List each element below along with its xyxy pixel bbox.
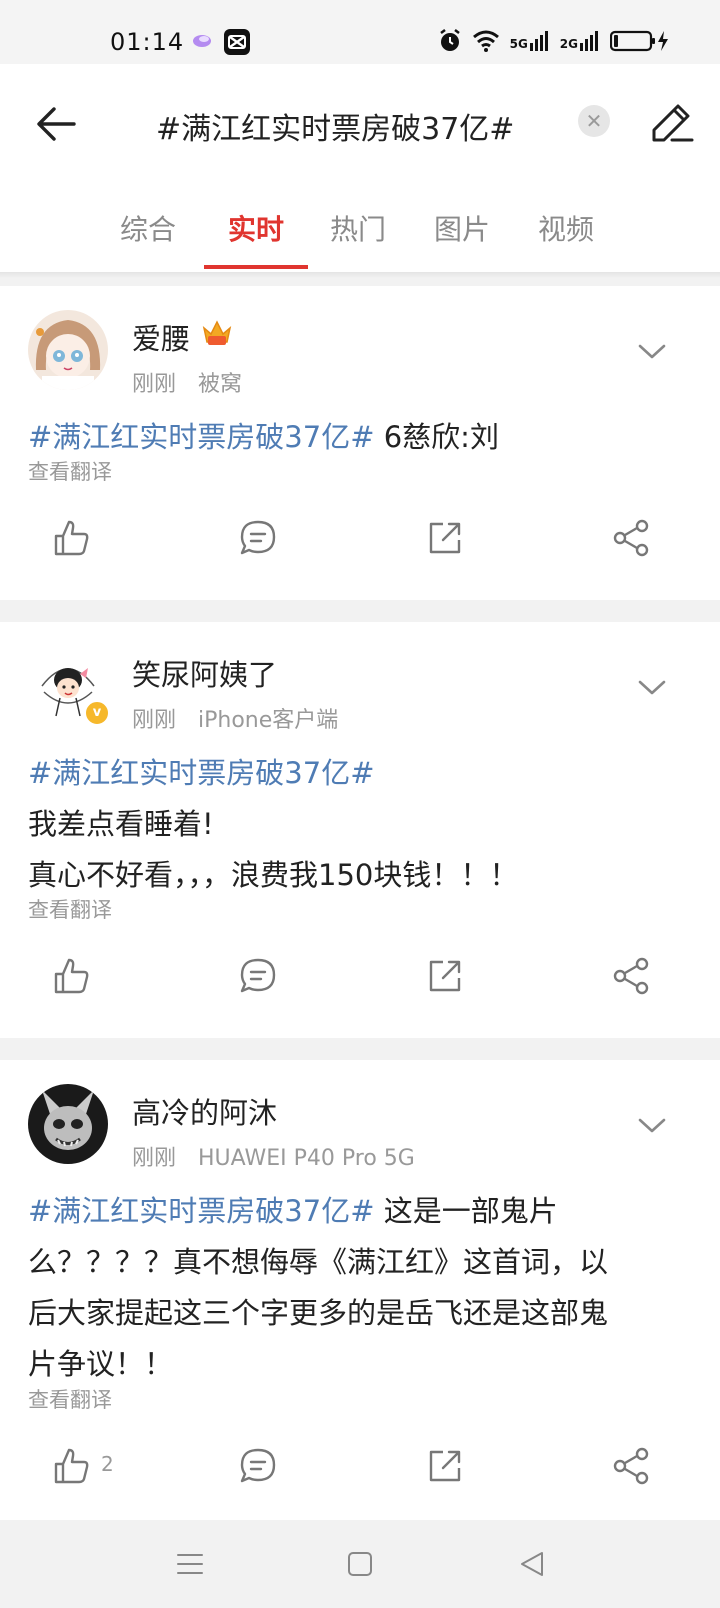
post-actions: 2 (0, 1436, 720, 1492)
tab-hot[interactable]: 热门 (306, 208, 410, 248)
status-icons: 5G 2G (438, 26, 670, 56)
share-icon[interactable] (612, 1446, 652, 1486)
post-source: iPhone客户端 (198, 708, 339, 733)
menu-icon[interactable] (174, 1548, 206, 1580)
tab-images[interactable]: 图片 (410, 208, 514, 248)
share-icon[interactable] (612, 956, 652, 996)
post-text: #满江红实时票房破37亿# 6慈欣:刘 (28, 412, 692, 463)
post-text-line: 我差点看睡着! (28, 807, 214, 841)
post-actions (0, 946, 720, 1002)
tab-bar: 综合 实时 热门 图片 视频 (0, 204, 720, 272)
translate-link[interactable]: 查看翻译 (28, 1384, 112, 1414)
hashtag-link[interactable]: #满江红实时票房破37亿# (28, 1194, 375, 1228)
search-input[interactable]: #满江红实时票房破37亿# (156, 104, 514, 148)
like-icon[interactable] (51, 956, 91, 996)
translate-link[interactable]: 查看翻译 (28, 894, 112, 924)
home-icon[interactable] (344, 1548, 376, 1580)
tab-realtime[interactable]: 实时 (204, 208, 308, 248)
pencil-icon[interactable] (648, 98, 696, 146)
signal-2g: 2G (560, 31, 600, 51)
repost-icon[interactable] (425, 518, 465, 558)
battery-icon (610, 30, 668, 52)
clear-search-button[interactable]: ✕ (578, 105, 610, 137)
tab-videos[interactable]: 视频 (514, 208, 618, 248)
chevron-down-icon[interactable] (636, 342, 668, 362)
comment-icon[interactable] (238, 956, 278, 996)
avatar[interactable] (28, 1084, 108, 1164)
tab-comprehensive[interactable]: 综合 (96, 208, 200, 248)
header-divider (0, 272, 720, 278)
post-text: #满江红实时票房破37亿# 我差点看睡着! 真心不好看，，，浪费我150块钱！！… (28, 748, 692, 901)
share-icon[interactable] (612, 518, 652, 558)
comment-icon[interactable] (238, 1446, 278, 1486)
app-notification-icon (193, 35, 211, 47)
signal-bars-icon (529, 31, 548, 51)
post-text-line: 么？？？？真不想侮辱《满江红》这首词，以 (28, 1245, 609, 1279)
search-header: #满江红实时票房破37亿# ✕ 综合 实时 热门 图片 视频 (0, 64, 720, 272)
hashtag-link[interactable]: #满江红实时票房破37亿# (28, 420, 375, 454)
repost-icon[interactable] (425, 956, 465, 996)
post-text-line: 片争议！！ (28, 1347, 174, 1381)
post-card: 高冷的阿沐 刚刚 HUAWEI P40 Pro 5G #满江红实时票房破37亿# … (0, 1060, 720, 1520)
wifi-icon (472, 30, 499, 52)
post-meta: 刚刚 被窝 (132, 366, 242, 398)
post-time: 刚刚 (132, 708, 177, 733)
status-time: 01:14 (110, 28, 185, 56)
hashtag-link[interactable]: #满江红实时票房破37亿# (28, 756, 375, 790)
post-card: v 笑尿阿姨了 刚刚 iPhone客户端 #满江红实时票房破37亿# 我差点看睡着… (0, 622, 720, 1038)
post-text-line: 后大家提起这三个字更多的是岳飞还是这部鬼 (28, 1296, 609, 1330)
like-count: 2 (101, 1452, 114, 1476)
post-card: 爱腰 刚刚 被窝 #满江红实时票房破37亿# 6慈欣:刘 查看翻译 (0, 286, 720, 600)
post-meta: 刚刚 HUAWEI P40 Pro 5G (132, 1140, 415, 1172)
post-text-line: 6慈欣:刘 (374, 420, 499, 454)
signal-5g: 5G (510, 31, 550, 51)
capcut-icon (224, 29, 250, 55)
chevron-down-icon[interactable] (636, 1116, 668, 1136)
signal-bars-icon (580, 31, 598, 51)
close-icon: ✕ (585, 109, 603, 133)
post-time: 刚刚 (132, 1146, 177, 1171)
avatar[interactable] (28, 310, 108, 390)
translate-link[interactable]: 查看翻译 (28, 456, 112, 486)
username[interactable]: 高冷的阿沐 (132, 1090, 277, 1132)
like-icon[interactable] (51, 1446, 91, 1486)
post-text-line: 真心不好看，，，浪费我150块钱！！！ (28, 858, 519, 892)
status-bar: 01:14 5G 2G (0, 0, 720, 64)
back-triangle-icon[interactable] (516, 1548, 548, 1580)
post-source: HUAWEI P40 Pro 5G (198, 1146, 415, 1171)
like-icon[interactable] (51, 518, 91, 558)
crown-badge-icon (202, 320, 232, 345)
post-source: 被窝 (198, 372, 243, 397)
post-actions (0, 508, 720, 564)
username[interactable]: 爱腰 (132, 316, 190, 358)
repost-icon[interactable] (425, 1446, 465, 1486)
username[interactable]: 笑尿阿姨了 (132, 652, 277, 694)
post-text: #满江红实时票房破37亿# 这是一部鬼片 么？？？？真不想侮辱《满江红》这首词，… (28, 1186, 692, 1390)
chevron-down-icon[interactable] (636, 678, 668, 698)
alarm-icon (439, 29, 460, 51)
comment-icon[interactable] (238, 518, 278, 558)
post-text-line: 这是一部鬼片 (374, 1194, 558, 1228)
post-meta: 刚刚 iPhone客户端 (132, 702, 338, 734)
verified-badge-icon: v (84, 700, 110, 726)
back-arrow-icon[interactable] (32, 100, 80, 148)
post-time: 刚刚 (132, 372, 177, 397)
active-tab-indicator (204, 265, 308, 269)
system-navigation-bar (0, 1520, 720, 1608)
